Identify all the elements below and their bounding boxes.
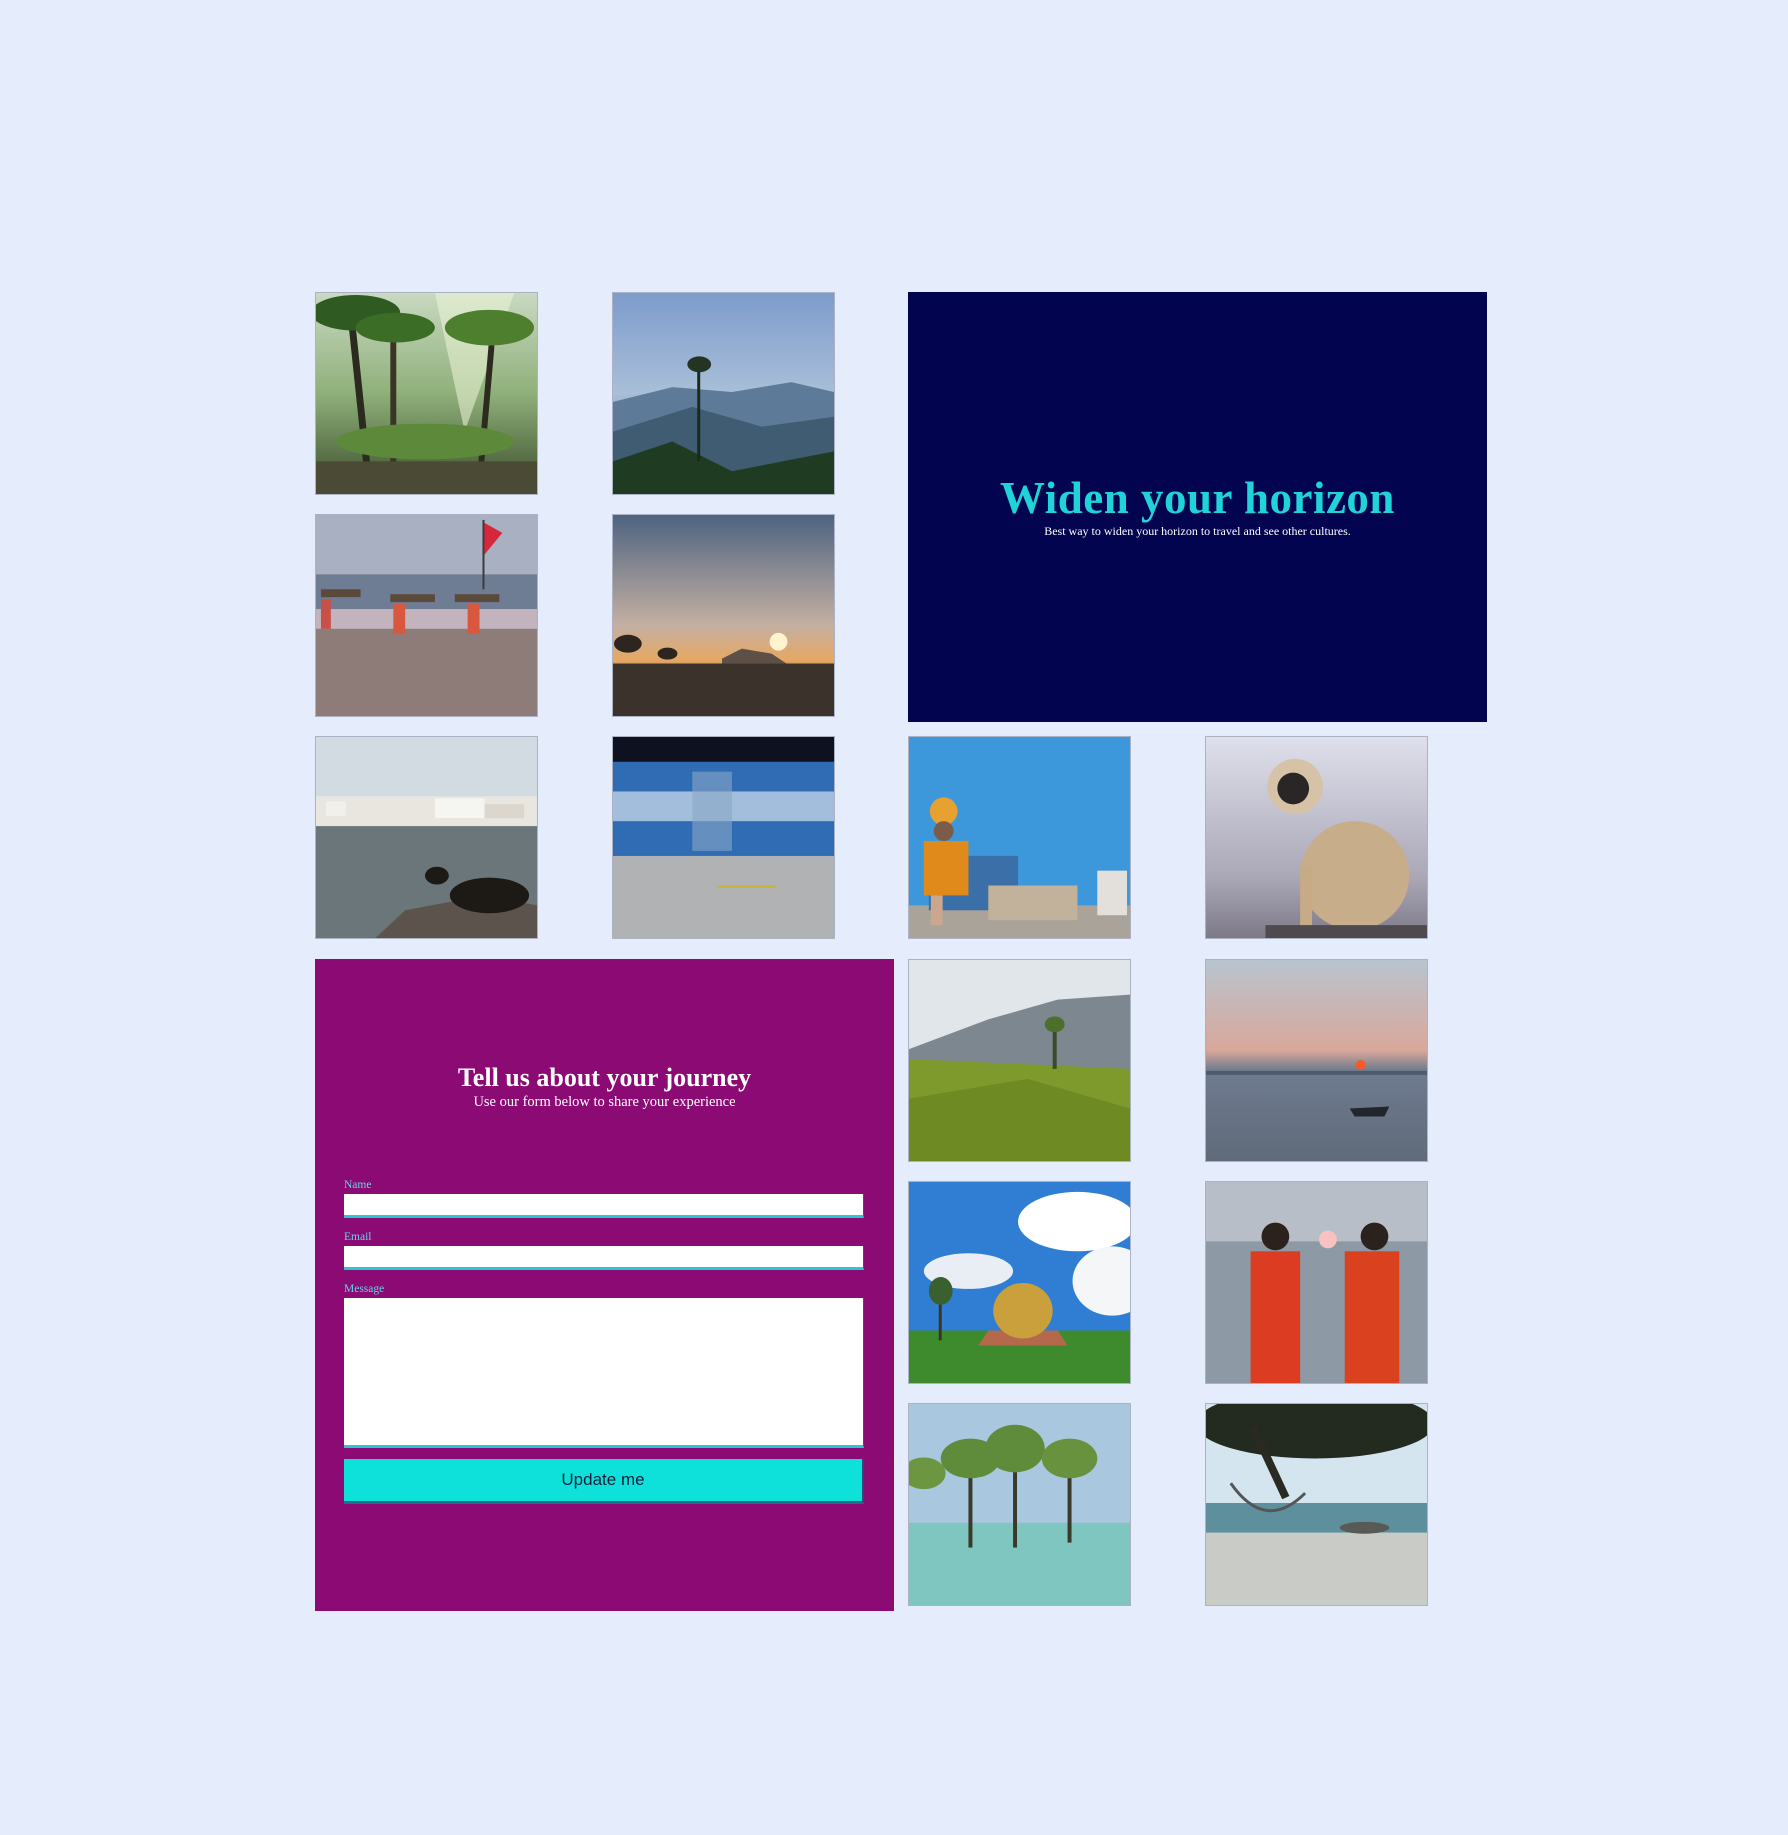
photo-sadhu — [908, 736, 1131, 939]
photo-tea-plantation — [908, 959, 1131, 1162]
photo-cow-lake — [315, 736, 538, 939]
page: Widen your horizon Best way to widen you… — [0, 0, 1788, 1835]
photo-beach-carriers — [315, 514, 538, 717]
form-header: Tell us about your journey Use our form … — [315, 1063, 894, 1111]
hero-subtitle: Best way to widen your horizon to travel… — [1044, 524, 1351, 539]
hero-banner: Widen your horizon Best way to widen you… — [908, 292, 1487, 722]
form-title: Tell us about your journey — [457, 1063, 752, 1092]
photo-langur-monkey — [1205, 736, 1428, 939]
message-textarea[interactable] — [344, 1298, 864, 1448]
journey-form-panel: Tell us about your journey Use our form … — [315, 959, 894, 1611]
photo-train — [612, 736, 835, 939]
photo-hammock-beach — [1205, 1403, 1428, 1606]
update-me-button[interactable]: Update me — [344, 1459, 864, 1504]
email-field[interactable] — [344, 1246, 864, 1270]
photo-sunset-plain — [612, 514, 835, 717]
photo-golden-dome — [908, 1181, 1131, 1384]
photo-two-women-sea — [1205, 1181, 1428, 1384]
photo-palm-forest — [315, 292, 538, 495]
name-label: Name — [344, 1179, 372, 1191]
form-subtitle: Use our form below to share your experie… — [473, 1093, 736, 1110]
photo-misty-mountains — [612, 292, 835, 495]
name-field[interactable] — [344, 1194, 864, 1218]
email-label: Email — [344, 1231, 372, 1243]
hero-title: Widen your horizon — [1000, 472, 1395, 523]
photo-sunset-boat — [1205, 959, 1428, 1162]
photo-mangrove-trees — [908, 1403, 1131, 1606]
message-label: Message — [344, 1283, 385, 1295]
